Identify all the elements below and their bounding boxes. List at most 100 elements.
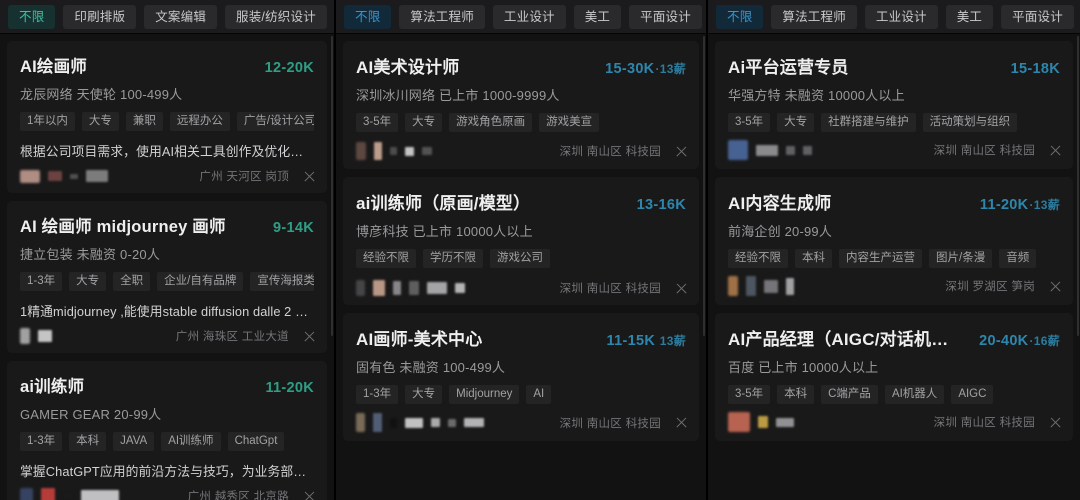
recruiter-avatar-redacted	[728, 140, 748, 160]
job-card[interactable]: AI 绘画师 midjourney 画师 9-14K 捷立包装 未融资 0-20人 1…	[7, 201, 327, 353]
job-card[interactable]: ai训练师（原画/模型） 13-16K 博彦科技 已上市 10000人以上 经验不限学…	[343, 177, 699, 305]
close-icon[interactable]	[675, 145, 688, 158]
job-location: 深圳 南山区 科技园	[933, 145, 1035, 157]
recruiter-info-redacted	[48, 171, 62, 181]
filter-tab[interactable]: 平面设计	[1001, 4, 1074, 29]
job-card[interactable]: ai训练师 11-20K GAMER GEAR 20-99人 1-3年 本科 JAVA AI…	[7, 361, 327, 500]
recruiter-info-redacted	[393, 281, 401, 295]
job-card[interactable]: AI画师-美术中心 11-15K 13薪固有色 未融资 100-499人 1-3年大…	[343, 313, 699, 441]
salary-amount: 11-20K	[265, 380, 314, 396]
job-title[interactable]: Ai平台运营专员	[728, 53, 849, 78]
company-info[interactable]: 前海企创 20-99人	[728, 221, 1060, 240]
close-icon[interactable]	[1049, 416, 1062, 429]
company-info[interactable]: 华强方特 未融资 10000人以上	[728, 85, 1060, 104]
close-icon[interactable]	[303, 170, 316, 183]
salary-amount: 9-14K	[273, 220, 314, 236]
recruiter-info-redacted	[373, 413, 382, 432]
salary-bonus-months: ·13薪	[1029, 198, 1060, 212]
job-card-header: AI内容生成师 11-20K·13薪	[728, 189, 1060, 214]
recruiter-info-redacted	[86, 170, 108, 182]
job-card-header: AI美术设计师 15-30K·13薪	[356, 53, 686, 78]
job-tag: 本科	[795, 249, 832, 268]
job-description: 根据公司项目需求，使用AI相关工具创作及优化美术品质	[20, 144, 314, 159]
filter-tab-active[interactable]: 不限	[716, 4, 764, 29]
panel-scrollbar[interactable]	[1077, 36, 1079, 336]
recruiter-avatar-redacted	[20, 328, 30, 344]
job-tag: 企业/自有品牌	[157, 272, 244, 291]
filter-tab-active[interactable]: 不限	[344, 4, 392, 29]
job-card-header: AI产品经理（AIGC/对话机… 20-40K·16薪	[728, 325, 1060, 350]
close-icon[interactable]	[303, 490, 316, 500]
job-tag: 3-5年	[728, 113, 771, 132]
filter-tab[interactable]: 美工	[945, 4, 994, 29]
job-tag: 1-3年	[356, 385, 399, 404]
recruiter-avatar-redacted	[356, 142, 366, 160]
recruiter-info-redacted	[464, 418, 484, 427]
job-card-footer: 深圳 南山区 科技园	[356, 413, 688, 432]
recruiter-info-redacted	[764, 279, 778, 293]
job-card-footer: 深圳 南山区 科技园	[356, 280, 688, 296]
job-tag-list: 经验不限 本科 内容生产运营 图片/条漫 音频	[728, 249, 1060, 268]
company-info[interactable]: 固有色 未融资 100-499人	[356, 357, 686, 376]
job-description: 1精通midjourney ,能使用stable diffusion dalle…	[20, 304, 314, 319]
job-tag: 大专	[777, 113, 815, 132]
salary-amount: 20-40K	[979, 333, 1029, 349]
job-tag-list: 3-5年 大专 游戏角色原画 游戏美宣	[356, 113, 686, 132]
panel-middle: 不限 算法工程师 工业设计 美工 平面设计 AI美术设计师 15-30K·13薪深圳冰川网络…	[336, 0, 708, 500]
job-title[interactable]: AI画师-美术中心	[356, 325, 482, 350]
filter-tab[interactable]: 平面设计	[629, 4, 702, 29]
job-card[interactable]: AI绘画师 12-20K 龙辰网络 天使轮 100-499人 1年以内 大专 兼职 远程办公…	[7, 41, 327, 193]
salary-amount: 15-18K	[1010, 61, 1060, 77]
job-title[interactable]: AI绘画师	[20, 53, 87, 77]
job-tag: 经验不限	[728, 249, 788, 268]
company-info[interactable]: 博彦科技 已上市 10000人以上	[356, 221, 686, 240]
job-tag: AIGC	[951, 385, 994, 404]
recruiter-info-redacted	[41, 488, 55, 500]
job-title[interactable]: AI美术设计师	[356, 53, 459, 78]
job-title[interactable]: AI内容生成师	[728, 189, 831, 214]
panel-scrollbar[interactable]	[331, 36, 333, 336]
recruiter-info-redacted	[431, 418, 440, 427]
job-title[interactable]: ai训练师	[20, 373, 84, 397]
filter-tab[interactable]: 印刷排版	[63, 4, 137, 29]
close-icon[interactable]	[1049, 144, 1062, 157]
recruiter-info-redacted	[776, 417, 794, 427]
job-title[interactable]: AI 绘画师 midjourney 画师	[20, 213, 226, 237]
job-tag: JAVA	[113, 432, 155, 451]
job-tag: 3-5年	[356, 113, 399, 132]
filter-tab[interactable]: 算法工程师	[771, 4, 857, 29]
recruiter-info-redacted	[63, 493, 73, 499]
salary-amount: 12-20K	[264, 60, 314, 76]
job-title[interactable]: AI产品经理（AIGC/对话机…	[728, 325, 948, 350]
close-icon[interactable]	[675, 416, 688, 429]
filter-tab-active[interactable]: 不限	[8, 4, 56, 29]
filter-tab[interactable]: 服装/纺织设计	[225, 4, 327, 29]
filter-tab[interactable]: 工业设计	[864, 4, 938, 29]
salary-range: 11-15K 13薪	[607, 332, 686, 349]
filter-tab[interactable]: 算法工程师	[399, 4, 485, 29]
filter-tab[interactable]: 美工	[573, 4, 622, 29]
job-tag-list: 1-3年 大专 Midjourney AI	[356, 385, 686, 404]
company-info[interactable]: 龙辰网络 天使轮 100-499人	[20, 84, 314, 103]
job-tag: 学历不限	[423, 249, 483, 268]
company-info[interactable]: 深圳冰川网络 已上市 1000-9999人	[356, 85, 686, 104]
company-info[interactable]: GAMER GEAR 20-99人	[20, 404, 314, 423]
panel-scrollbar[interactable]	[703, 36, 705, 336]
job-card[interactable]: AI美术设计师 15-30K·13薪深圳冰川网络 已上市 1000-9999人 3-…	[343, 41, 699, 169]
job-tag: 图片/条漫	[929, 249, 993, 268]
job-card[interactable]: Ai平台运营专员 15-18K 华强方特 未融资 10000人以上 3-5年 大专 社群搭…	[715, 41, 1073, 169]
job-tag: 兼职	[125, 112, 163, 131]
close-icon[interactable]	[1049, 280, 1062, 293]
job-card[interactable]: AI产品经理（AIGC/对话机… 20-40K·16薪 百度 已上市 10000人以…	[715, 313, 1073, 441]
company-info[interactable]: 百度 已上市 10000人以上	[728, 357, 1060, 376]
job-title[interactable]: ai训练师（原画/模型）	[356, 189, 530, 214]
recruiter-info-redacted	[409, 281, 419, 295]
close-icon[interactable]	[675, 282, 688, 295]
job-card[interactable]: AI内容生成师 11-20K·13薪前海企创 20-99人 经验不限 本科 内容生产运营…	[715, 177, 1073, 305]
recruiter-info-redacted	[803, 145, 812, 155]
filter-tab[interactable]: 文案编辑	[144, 4, 218, 29]
close-icon[interactable]	[303, 330, 316, 343]
company-info[interactable]: 捷立包装 未融资 0-20人	[20, 244, 314, 263]
filter-tab[interactable]: 工业设计	[492, 4, 566, 29]
job-tag: 3-5年	[728, 385, 771, 404]
